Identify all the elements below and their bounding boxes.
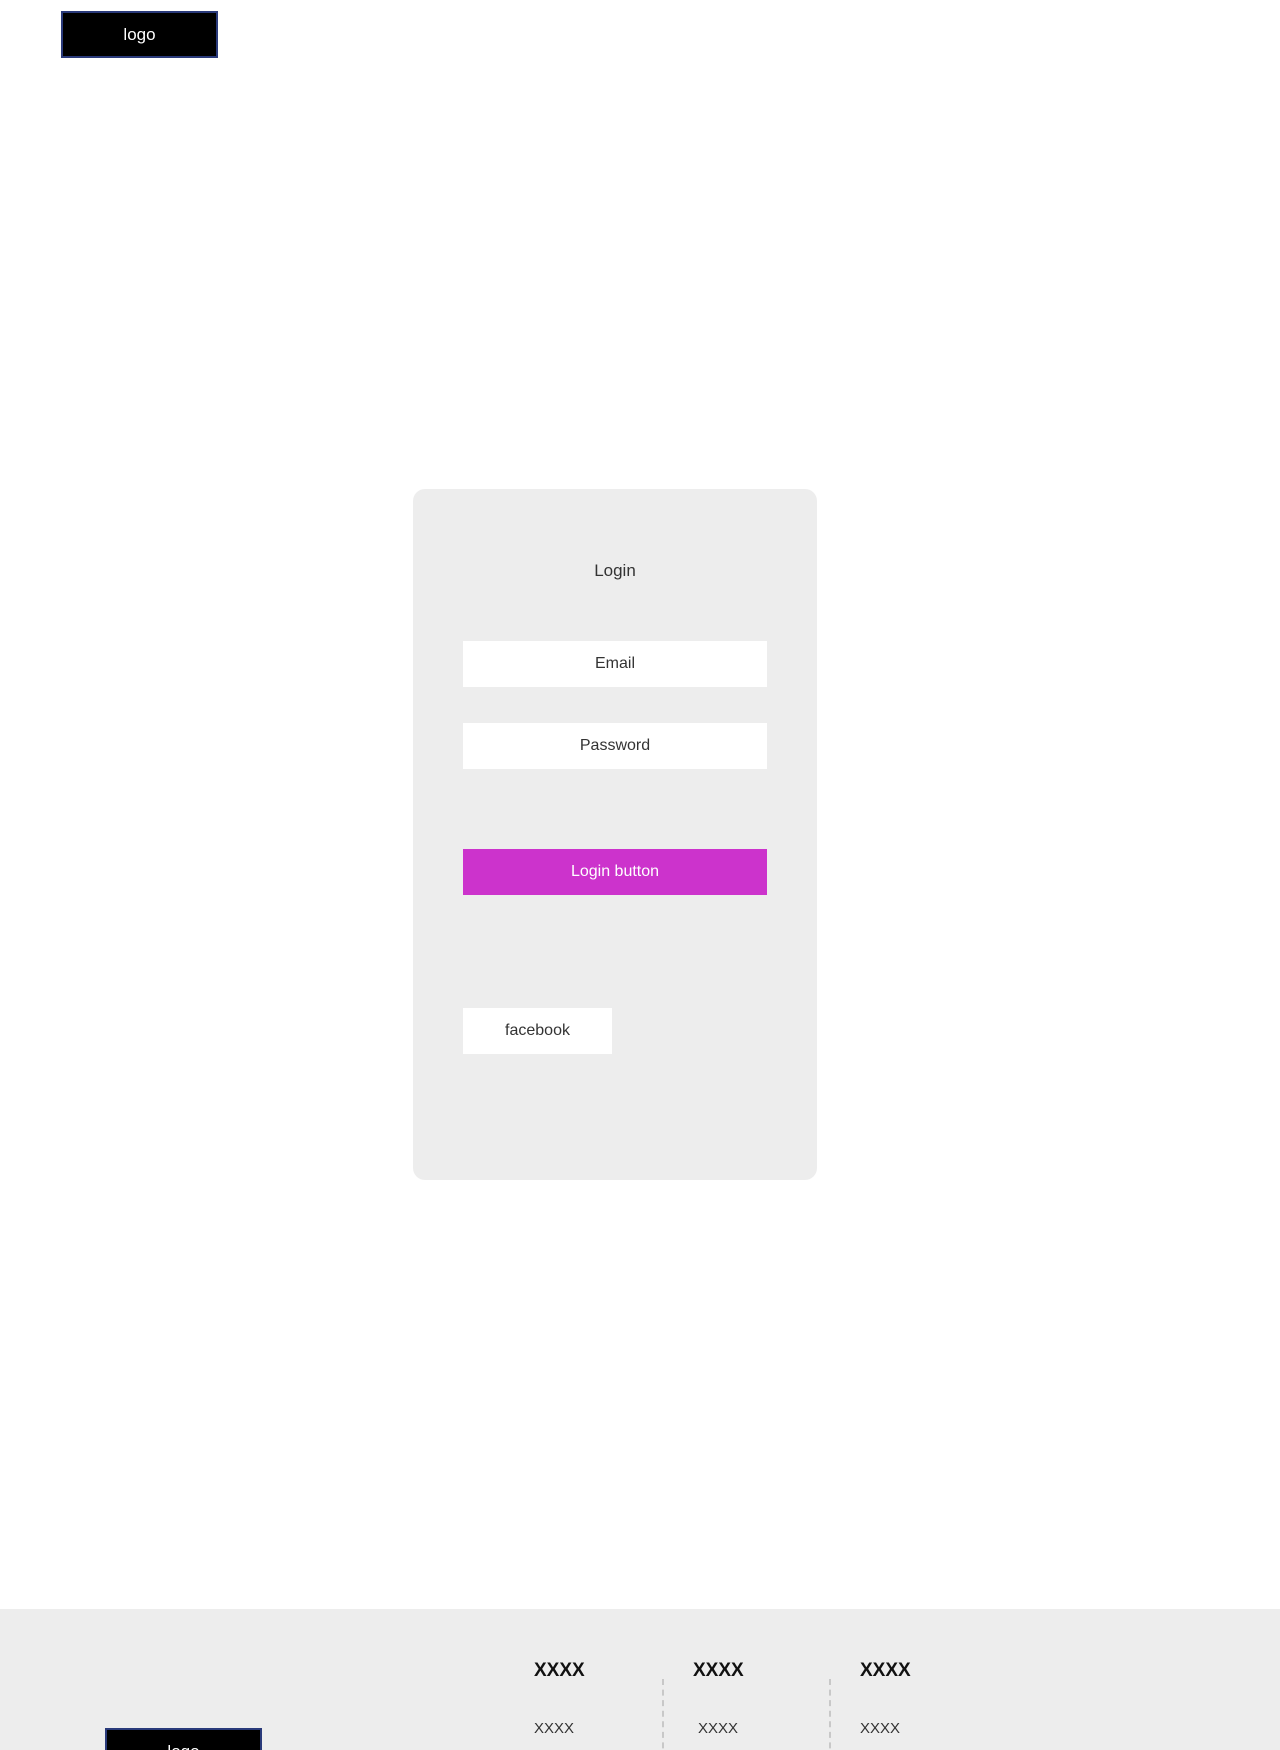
facebook-button-label: facebook — [505, 1022, 570, 1039]
footer-link[interactable]: XXXX — [860, 1715, 911, 1742]
footer-link[interactable]: XXXX — [534, 1742, 585, 1750]
footer-column-heading: XXXX — [534, 1660, 585, 1681]
footer-column-heading: XXXX — [693, 1660, 744, 1681]
login-button-label: Login button — [570, 863, 660, 880]
login-card: Login Login button facebook — [413, 489, 817, 1180]
footer-column-2: XXXX XXXX XXXX — [693, 1659, 744, 1750]
email-field[interactable] — [463, 641, 767, 687]
page: logo Login Login button facebook XXXX XX… — [0, 0, 1280, 1750]
footer: XXXX XXXX XXXX XXXX XXXX XXXX XXXX XXXX … — [0, 1609, 1280, 1750]
password-field[interactable] — [463, 723, 767, 769]
facebook-login-button[interactable]: facebook — [463, 1008, 612, 1054]
footer-divider — [829, 1679, 831, 1750]
footer-link[interactable]: XXXX — [698, 1715, 744, 1742]
footer-link[interactable]: XXXX — [698, 1742, 744, 1750]
footer-link[interactable]: XXXX — [860, 1742, 911, 1750]
footer-link[interactable]: XXXX — [534, 1715, 585, 1742]
footer-column-3: XXXX XXXX XXXX — [860, 1659, 911, 1750]
footer-divider — [662, 1679, 664, 1750]
footer-column-heading: XXXX — [860, 1660, 911, 1681]
footer-logo[interactable]: logo — [105, 1728, 262, 1750]
login-title: Login — [594, 561, 636, 580]
footer-logo-label: logo — [167, 1742, 199, 1750]
login-button[interactable]: Login button — [463, 849, 767, 895]
footer-column-1: XXXX XXXX XXXX — [534, 1659, 585, 1750]
header-logo-label: logo — [123, 24, 156, 44]
header-logo[interactable]: logo — [61, 11, 218, 58]
